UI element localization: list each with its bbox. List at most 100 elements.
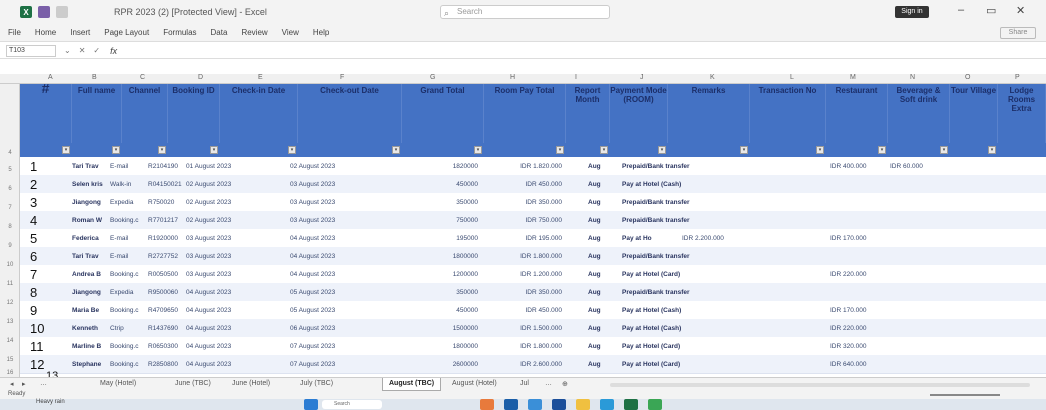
table-row[interactable]: 6 Tari Trav E-mail R2727752 03 August 2023 04… <box>20 247 1046 266</box>
grand-total[interactable]: 450000 <box>400 175 478 194</box>
checkin-date[interactable]: 04 August 2023 <box>186 319 260 338</box>
grand-total[interactable]: 2600000 <box>400 355 478 374</box>
report-month[interactable]: Aug <box>588 157 618 176</box>
checkin-date[interactable]: 04 August 2023 <box>186 301 260 320</box>
app-icon[interactable] <box>600 399 614 410</box>
row-number[interactable]: 12 <box>0 300 20 306</box>
report-month[interactable]: Aug <box>588 229 618 248</box>
sheet-tab[interactable]: July (TBC) <box>300 380 333 387</box>
report-month[interactable]: Aug <box>588 337 618 356</box>
room-pay-total[interactable]: IDR 450.000 <box>480 301 563 320</box>
report-month[interactable]: Aug <box>588 283 618 302</box>
checkout-date[interactable]: 07 August 2023 <box>290 355 390 374</box>
tab-help[interactable]: Help <box>313 28 329 37</box>
checkin-date[interactable]: 03 August 2023 <box>186 265 260 284</box>
row-number[interactable]: 7 <box>0 205 20 211</box>
row-no[interactable]: 1 <box>30 157 66 176</box>
filter-dropdown-icon[interactable]: ▾ <box>878 146 886 154</box>
table-row[interactable]: 11 Marline B Booking.c R0650300 04 August 20… <box>20 337 1046 356</box>
app-icon[interactable] <box>576 399 590 410</box>
restaurant-amount[interactable]: IDR 170.000 <box>830 229 886 248</box>
row-number[interactable]: 11 <box>0 281 20 287</box>
column-letter[interactable]: J <box>640 74 644 81</box>
restaurant-amount[interactable]: IDR 220.000 <box>830 265 886 284</box>
restaurant-amount[interactable] <box>830 283 886 302</box>
beverage-amount[interactable] <box>890 211 946 230</box>
restaurant-amount[interactable] <box>830 193 886 212</box>
more-sheets-icon[interactable]: … <box>545 380 552 387</box>
confirm-icon[interactable]: ✓ <box>93 46 100 55</box>
search-input[interactable]: ⌕ Search <box>440 5 610 19</box>
restaurant-amount[interactable]: IDR 640.000 <box>830 355 886 374</box>
checkin-date[interactable]: 04 August 2023 <box>186 283 260 302</box>
sheet-nav-more-icon[interactable]: … <box>40 380 47 387</box>
tab-view[interactable]: View <box>282 28 299 37</box>
checkout-date[interactable]: 03 August 2023 <box>290 211 390 230</box>
checkin-date[interactable]: 02 August 2023 <box>186 175 260 194</box>
share-button[interactable]: Share <box>1000 27 1036 39</box>
room-pay-total[interactable]: IDR 195.000 <box>480 229 563 248</box>
report-month[interactable]: Aug <box>588 265 618 284</box>
checkout-date[interactable]: 03 August 2023 <box>290 175 390 194</box>
row-no[interactable]: 11 <box>30 337 66 356</box>
grand-total[interactable]: 1800000 <box>400 247 478 266</box>
beverage-amount[interactable] <box>890 283 946 302</box>
row-number[interactable]: 5 <box>0 167 20 173</box>
checkin-date[interactable]: 03 August 2023 <box>186 229 260 248</box>
checkin-date[interactable]: 02 August 2023 <box>186 211 260 230</box>
filter-dropdown-icon[interactable]: ▾ <box>658 146 666 154</box>
name-box[interactable]: T103 <box>6 44 56 57</box>
room-pay-total[interactable]: IDR 1.500.000 <box>480 319 562 338</box>
filter-dropdown-icon[interactable]: ▾ <box>158 146 166 154</box>
payment-mode[interactable]: Pay at Hotel (Cash) <box>622 175 742 194</box>
checkout-date[interactable]: 03 August 2023 <box>290 193 390 212</box>
beverage-amount[interactable] <box>890 337 946 356</box>
table-row[interactable]: 9 Maria Be Booking.c R4709650 04 August 2023… <box>20 301 1046 320</box>
restaurant-amount[interactable]: IDR 170.000 <box>830 301 886 320</box>
room-pay-total[interactable]: IDR 750.000 <box>480 211 563 230</box>
checkout-date[interactable]: 06 August 2023 <box>290 319 390 338</box>
row-number[interactable]: 10 <box>0 262 20 268</box>
payment-mode[interactable]: Prepaid/Bank transfer <box>622 193 742 212</box>
room-pay-total[interactable]: IDR 350.000 <box>480 193 563 212</box>
tab-page-layout[interactable]: Page Layout <box>104 28 149 37</box>
filter-dropdown-icon[interactable]: ▾ <box>62 146 70 154</box>
grand-total[interactable]: 1820000 <box>400 157 478 176</box>
payment-mode[interactable]: Pay at Hotel (Card) <box>622 355 742 374</box>
filter-dropdown-icon[interactable]: ▾ <box>288 146 296 154</box>
column-letter[interactable]: D <box>198 74 203 81</box>
filter-dropdown-icon[interactable]: ▾ <box>210 146 218 154</box>
maximize-icon[interactable]: ▭ <box>986 4 996 17</box>
table-row[interactable]: 3 Jiangong Expedia R750020 02 August 2023 03 … <box>20 193 1046 212</box>
room-pay-total[interactable]: IDR 1.800.000 <box>480 247 562 266</box>
grand-total[interactable]: 1800000 <box>400 337 478 356</box>
tab-file[interactable]: File <box>8 28 21 37</box>
beverage-amount[interactable] <box>890 301 946 320</box>
row-no[interactable]: 6 <box>30 247 66 266</box>
checkout-date[interactable]: 05 August 2023 <box>290 283 390 302</box>
report-month[interactable]: Aug <box>588 247 618 266</box>
row-no[interactable]: 7 <box>30 265 66 284</box>
close-icon[interactable]: ✕ <box>1016 4 1025 17</box>
checkout-date[interactable]: 07 August 2023 <box>290 337 390 356</box>
column-letter[interactable]: O <box>965 74 970 81</box>
beverage-amount[interactable] <box>890 265 946 284</box>
room-pay-total[interactable]: IDR 350.000 <box>480 283 563 302</box>
row-number[interactable]: 4 <box>0 150 20 156</box>
filter-dropdown-icon[interactable]: ▾ <box>556 146 564 154</box>
payment-mode[interactable]: Prepaid/Bank transfer <box>622 283 742 302</box>
beverage-amount[interactable] <box>890 175 946 194</box>
filter-dropdown-icon[interactable]: ▾ <box>740 146 748 154</box>
tab-review[interactable]: Review <box>241 28 267 37</box>
report-month[interactable]: Aug <box>588 301 618 320</box>
sheet-tab-active[interactable]: August (TBC) <box>382 378 442 391</box>
sign-in-button[interactable]: Sign in <box>895 6 929 18</box>
payment-mode[interactable]: Pay at Hotel (Card) <box>622 265 742 284</box>
row-no[interactable]: 9 <box>30 301 66 320</box>
add-sheet-icon[interactable]: ⊕ <box>562 380 568 388</box>
sheet-tab[interactable]: June (TBC) <box>175 380 211 387</box>
checkout-date[interactable]: 05 August 2023 <box>290 301 390 320</box>
tab-home[interactable]: Home <box>35 28 56 37</box>
undo-icon[interactable] <box>56 6 68 18</box>
tab-formulas[interactable]: Formulas <box>163 28 196 37</box>
